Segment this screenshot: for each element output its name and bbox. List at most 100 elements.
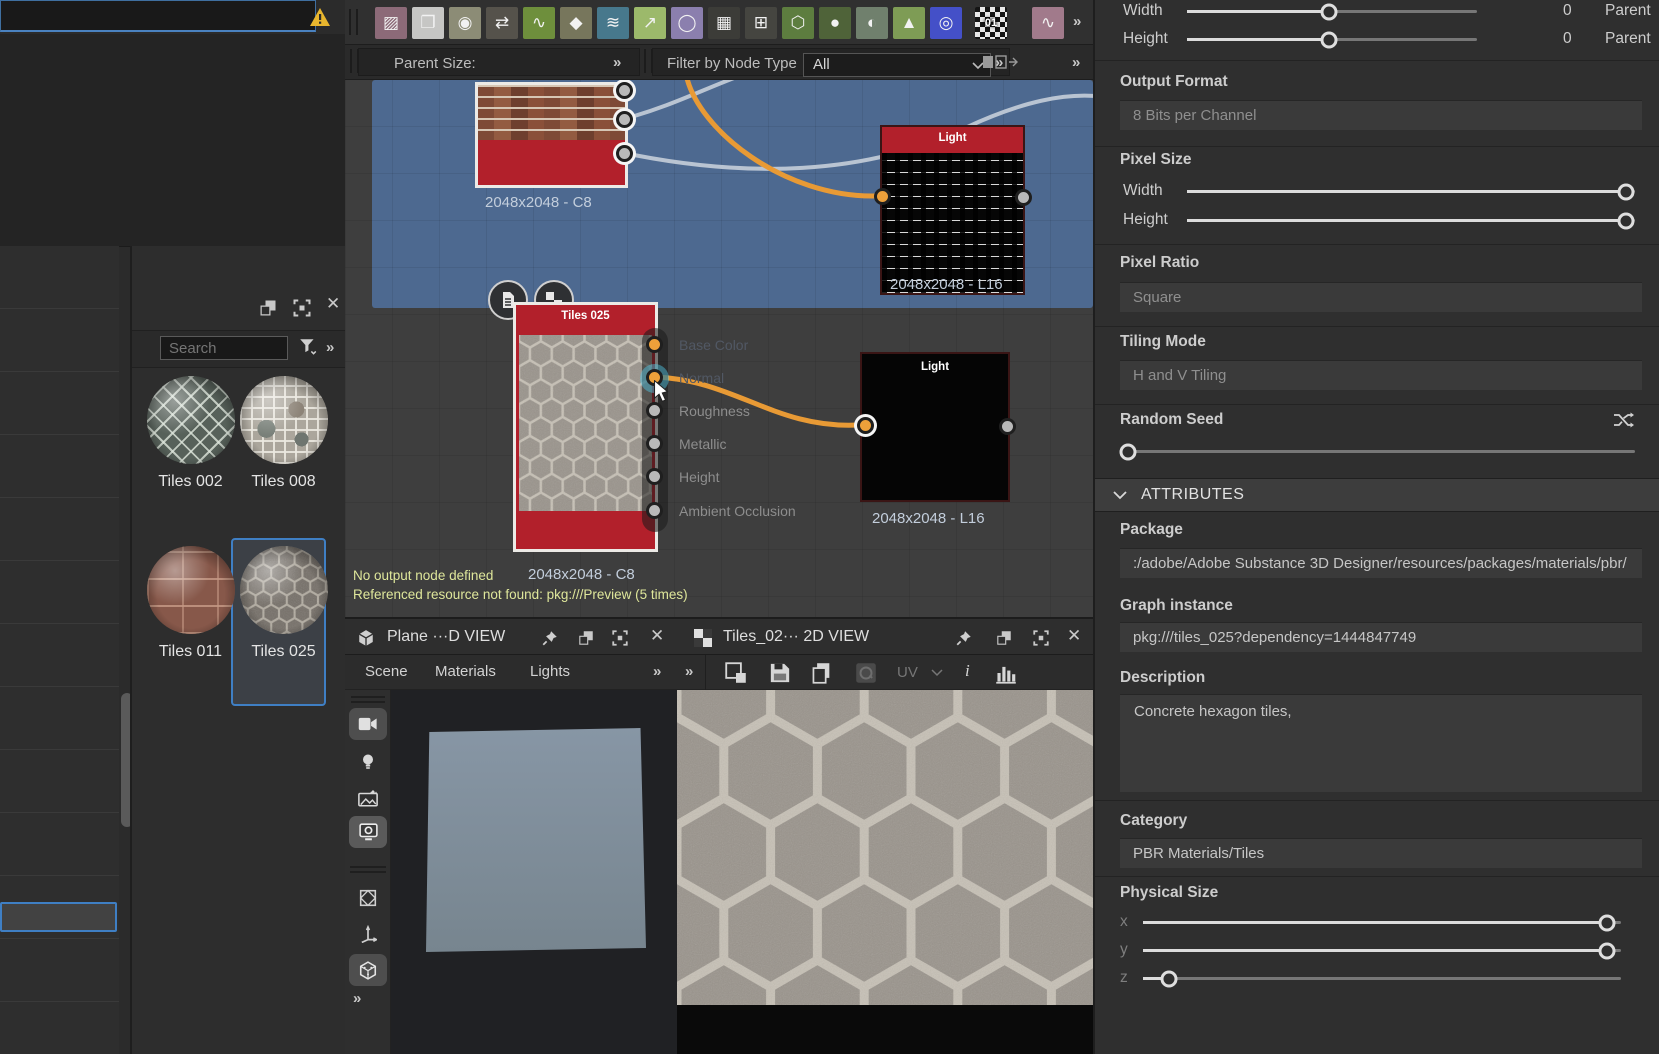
view2d-header[interactable]: Tiles_02··· 2D VIEW ✕ (677, 617, 1093, 655)
brick-output-pin[interactable] (616, 111, 633, 128)
normal-output-pin[interactable] (646, 369, 663, 386)
close-panel-icon[interactable]: ✕ (1067, 626, 1081, 646)
restore-window-icon[interactable] (258, 298, 278, 318)
geometry-cube-icon[interactable] (349, 954, 387, 986)
dot-node-icon[interactable]: ● (819, 7, 851, 39)
left-list-rows[interactable] (0, 246, 119, 1054)
output-format-field[interactable]: 8 Bits per Channel (1120, 100, 1642, 130)
library-overflow-chevron-icon[interactable]: » (326, 339, 333, 356)
base-color-output-pin[interactable] (646, 336, 663, 353)
toolstrip-overflow-chevron-icon[interactable]: » (353, 990, 360, 1007)
shuffle-icon[interactable] (1613, 410, 1635, 430)
light-top-input-pin[interactable] (874, 188, 891, 205)
splatter-node-icon[interactable]: ⬡ (782, 7, 814, 39)
metallic-output-pin[interactable] (646, 435, 663, 452)
random-seed-slider[interactable] (1120, 450, 1635, 453)
shape-extract-node-icon[interactable]: ◐ (856, 7, 888, 39)
histogram-icon[interactable] (995, 662, 1017, 684)
gradient-node-icon[interactable]: ◎ (930, 7, 962, 39)
brick-output-pin[interactable] (616, 145, 633, 162)
pin-icon[interactable] (541, 629, 559, 647)
restore-window-icon[interactable] (577, 629, 595, 647)
light-node-bottom[interactable]: Light (860, 352, 1010, 502)
flood-fill-node-icon[interactable]: ⊞ (745, 7, 777, 39)
physical-x-slider-handle[interactable] (1598, 914, 1615, 931)
blend-node-icon[interactable]: ❐ (412, 7, 444, 39)
light-bottom-input-pin[interactable] (857, 417, 874, 434)
view2d-texture[interactable] (677, 690, 1093, 1005)
directional-warp-node-icon[interactable]: ⇄ (486, 7, 518, 39)
light-top-output-pin[interactable] (1015, 189, 1032, 206)
ambient-occlusion-output-pin[interactable] (646, 502, 663, 519)
bit-depth-node-icon[interactable]: 01 (975, 7, 1007, 39)
tab-materials[interactable]: Materials (435, 663, 496, 680)
height-unit[interactable]: Parent (1605, 30, 1651, 48)
image-node-icon[interactable]: ▨ (375, 7, 407, 39)
tile-sampler-node-icon[interactable]: ▦ (708, 7, 740, 39)
background-mode-icon[interactable] (725, 662, 747, 684)
physical-z-slider[interactable] (1143, 977, 1621, 980)
brick-output-pin[interactable] (616, 82, 633, 99)
focused-text-field[interactable] (0, 0, 316, 32)
physical-y-slider-handle[interactable] (1598, 942, 1615, 959)
width-slider[interactable] (1187, 10, 1477, 13)
package-field[interactable]: :/adobe/Adobe Substance 3D Designer/reso… (1120, 548, 1642, 578)
roughness-output-pin[interactable] (646, 402, 663, 419)
close-panel-icon[interactable]: ✕ (326, 294, 346, 314)
pixel-width-slider[interactable] (1187, 190, 1635, 193)
blur-node-icon[interactable]: ◉ (449, 7, 481, 39)
info-icon[interactable]: i (965, 661, 970, 681)
light-bottom-output-pin[interactable] (999, 418, 1016, 435)
filter-funnel-icon[interactable] (298, 337, 318, 357)
library-item-tiles-011[interactable]: Tiles 011 (144, 546, 237, 661)
histogram-node-icon[interactable]: ▲ (893, 7, 925, 39)
library-item-tiles-025[interactable]: Tiles 025 (237, 546, 330, 661)
width-slider-handle[interactable] (1321, 3, 1338, 20)
pin-icon[interactable] (955, 629, 973, 647)
view3d-viewport[interactable] (391, 690, 677, 1054)
pixel-ratio-field[interactable]: Square (1120, 282, 1642, 312)
warning-icon[interactable] (308, 6, 332, 28)
tiles-025-node[interactable]: Tiles 025 (513, 302, 658, 552)
image-refresh-icon[interactable] (855, 662, 877, 684)
fullscreen-icon[interactable] (611, 629, 629, 647)
toolbar-overflow-chevron-icon[interactable]: » (685, 663, 692, 680)
width-unit[interactable]: Parent (1605, 2, 1651, 20)
wireframe-geometry-icon[interactable] (349, 882, 387, 914)
parent-size-chevron-icon[interactable]: » (613, 54, 620, 71)
physical-x-slider[interactable] (1143, 921, 1621, 924)
tiling-mode-field[interactable]: H and V Tiling (1120, 360, 1642, 390)
graph-instance-field[interactable]: pkg:///tiles_025?dependency=1444847749 (1120, 622, 1642, 652)
camera-icon[interactable] (349, 708, 387, 740)
environment-image-icon[interactable] (349, 782, 387, 814)
shape-node-icon[interactable]: ◯ (671, 7, 703, 39)
search-input[interactable] (160, 336, 288, 360)
restore-window-icon[interactable] (995, 629, 1013, 647)
chevron-down-icon[interactable] (931, 669, 943, 677)
transform-axes-icon[interactable] (349, 918, 387, 950)
node-type-dropdown[interactable]: All (803, 53, 991, 77)
tabs-overflow-chevron-icon[interactable]: » (653, 663, 660, 680)
bezier-curve-node-icon[interactable]: ∿ (1032, 7, 1064, 39)
save-icon[interactable] (769, 662, 791, 684)
warp-node-icon[interactable]: ≋ (597, 7, 629, 39)
pixel-width-slider-handle[interactable] (1618, 183, 1635, 200)
close-panel-icon[interactable]: ✕ (650, 626, 664, 646)
height-slider[interactable] (1187, 38, 1477, 41)
sharpen-node-icon[interactable]: ◆ (560, 7, 592, 39)
uv-mode-label[interactable]: UV (897, 664, 918, 681)
pixel-height-slider[interactable] (1187, 219, 1635, 222)
renderer-settings-icon[interactable] (349, 816, 387, 848)
toolbar-grip[interactable] (349, 9, 358, 35)
maximize-window-icon[interactable] (292, 298, 312, 318)
copy-icon[interactable] (811, 662, 833, 684)
physical-z-slider-handle[interactable] (1161, 970, 1178, 987)
height-slider-handle[interactable] (1321, 31, 1338, 48)
tab-scene[interactable]: Scene (365, 663, 408, 680)
left-list-selected-row[interactable] (0, 902, 117, 932)
attributes-section-header[interactable]: ATTRIBUTES (1095, 478, 1659, 512)
tab-lights[interactable]: Lights (530, 663, 570, 680)
transform-node-icon[interactable]: ↗ (634, 7, 666, 39)
node-graph-canvas[interactable]: 2048x2048 - C8 Light 2048x2048 - L16 Til… (345, 80, 1093, 617)
fullscreen-icon[interactable] (1032, 629, 1050, 647)
